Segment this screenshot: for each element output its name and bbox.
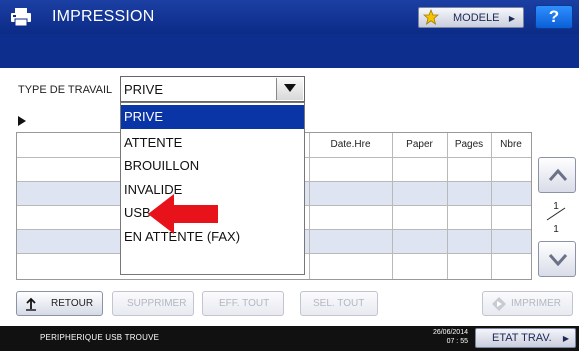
option-prive[interactable]: PRIVE [121, 105, 304, 129]
col-header-date: Date.Hre [330, 139, 371, 150]
play-icon [18, 113, 26, 131]
date-time: 26/06/2014 07 : 55 [418, 328, 468, 346]
job-type-select[interactable]: PRIVE [120, 76, 305, 102]
page-total: 1 [553, 224, 559, 235]
col-header-pages: Pages [454, 139, 484, 150]
print-button[interactable]: IMPRIMER [482, 291, 573, 316]
job-type-dropdown: PRIVE ATTENTE BROUILLON INVALIDE USB EN … [120, 102, 305, 275]
printer-icon [10, 7, 32, 27]
dropdown-toggle[interactable] [276, 78, 303, 100]
job-status-button[interactable]: ETAT TRAV. ▶ [475, 328, 576, 348]
chevron-down-icon [548, 254, 568, 266]
status-message: PERIPHERIQUE USB TROUVE [40, 333, 160, 342]
select-all-button[interactable]: SEL. TOUT [300, 291, 378, 316]
star-icon [422, 8, 440, 25]
annotation-arrow-icon [148, 192, 220, 241]
option-brouillon[interactable]: BROUILLON [121, 154, 304, 178]
modele-button[interactable]: MODELE ▶ [418, 7, 524, 28]
col-header-paper: Paper [406, 139, 433, 150]
scroll-up-button[interactable] [538, 157, 576, 193]
delete-button[interactable]: SUPPRIMER [112, 291, 194, 316]
back-label: RETOUR [51, 298, 94, 309]
job-type-value: PRIVE [124, 82, 164, 97]
clear-all-button[interactable]: EFF. TOUT [202, 291, 284, 316]
job-type-label: TYPE DE TRAVAIL [18, 84, 113, 96]
return-arrow-icon [25, 297, 37, 314]
job-status-label: ETAT TRAV. [492, 332, 552, 344]
status-date: 26/06/2014 [432, 329, 468, 336]
page-title: IMPRESSION [52, 8, 155, 25]
back-button[interactable]: RETOUR [16, 291, 103, 316]
chevron-right-icon: ▶ [562, 334, 569, 343]
chevron-up-icon [548, 168, 568, 181]
option-attente[interactable]: ATTENTE [121, 131, 304, 155]
print-diamond-icon [492, 297, 506, 314]
modele-label: MODELE [453, 12, 500, 24]
chevron-down-icon [284, 84, 296, 92]
col-header-copies: Nbre [500, 139, 522, 150]
status-time: 07 : 55 [446, 338, 468, 345]
header-band [0, 34, 579, 68]
chevron-right-icon: ▶ [508, 14, 515, 23]
help-button[interactable]: ? [535, 5, 573, 29]
scroll-down-button[interactable] [538, 241, 576, 277]
